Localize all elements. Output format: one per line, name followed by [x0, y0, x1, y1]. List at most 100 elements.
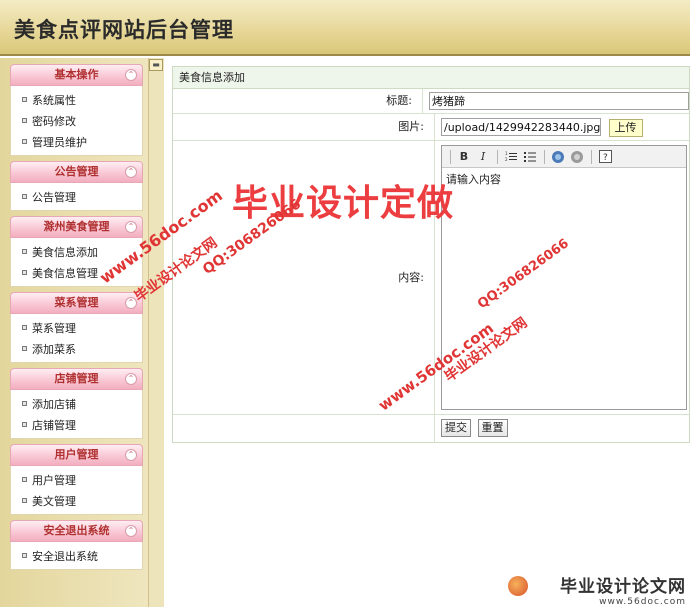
sidebar-section-header[interactable]: 用户管理 ⌃: [10, 444, 143, 466]
sidebar-item[interactable]: 添加菜系: [11, 338, 142, 359]
ordered-list-icon[interactable]: 12: [502, 149, 520, 165]
sidebar-section: 店铺管理 ⌃ 添加店铺 店铺管理: [10, 368, 143, 439]
editor-toolbar: B I 12 ?: [442, 146, 686, 168]
toolbar-separator: [497, 149, 498, 164]
sidebar-item[interactable]: 添加店铺: [11, 393, 142, 414]
upload-button[interactable]: 上传: [608, 118, 643, 137]
sidebar-item-label: 密码修改: [32, 114, 76, 128]
content-label: 内容:: [173, 141, 435, 414]
link-icon[interactable]: [549, 149, 567, 165]
sidebar-section-header[interactable]: 安全退出系统 ⌃: [10, 520, 143, 542]
sidebar-section-header[interactable]: 滁州美食管理 ⌃: [10, 216, 143, 238]
bullet-icon: [22, 346, 27, 351]
bullet-icon: [22, 97, 27, 102]
collapse-chevron-icon[interactable]: ⌃: [125, 297, 137, 309]
title-field-cell: [423, 89, 689, 113]
action-row: 提交 重置: [173, 415, 689, 442]
sidebar-section-header[interactable]: 基本操作 ⌃: [10, 64, 143, 86]
corner-logo-url: www.56doc.com: [599, 597, 686, 607]
sidebar-section-header[interactable]: 公告管理 ⌃: [10, 161, 143, 183]
sidebar-splitter[interactable]: [148, 58, 164, 607]
collapse-sidebar-icon[interactable]: ▬: [149, 59, 163, 71]
sidebar-section-title: 基本操作: [54, 68, 99, 81]
svg-text:?: ?: [603, 153, 608, 163]
collapse-chevron-icon[interactable]: ⌃: [125, 221, 137, 233]
sidebar-item[interactable]: 公告管理: [11, 186, 142, 207]
sidebar-item-label: 添加菜系: [32, 342, 76, 356]
sidebar-section-header[interactable]: 菜系管理 ⌃: [10, 292, 143, 314]
toolbar-separator: [544, 149, 545, 164]
bullet-icon: [22, 270, 27, 275]
collapse-chevron-icon[interactable]: ⌃: [125, 449, 137, 461]
rich-text-editor: B I 12 ? 请输入内容: [441, 145, 687, 410]
sidebar-section-body: 用户管理 美文管理: [10, 466, 143, 515]
app-title: 美食点评网站后台管理: [14, 17, 234, 42]
action-buttons: 提交 重置: [435, 415, 689, 442]
sidebar-item[interactable]: 用户管理: [11, 469, 142, 490]
sidebar-section: 基本操作 ⌃ 系统属性密码修改管理员维护: [10, 64, 143, 156]
action-label-cell: [173, 415, 435, 442]
sidebar-item-label: 美食信息管理: [32, 266, 98, 280]
sidebar-item[interactable]: 管理员维护: [11, 131, 142, 152]
unlink-icon[interactable]: [568, 149, 586, 165]
bold-icon[interactable]: B: [455, 149, 473, 165]
bullet-icon: [22, 401, 27, 406]
svg-text:2: 2: [505, 157, 508, 162]
sidebar-section-body: 添加店铺店铺管理: [10, 390, 143, 439]
collapse-chevron-icon[interactable]: ⌃: [125, 69, 137, 81]
bullet-icon: [22, 194, 27, 199]
image-row: 图片: 上传: [173, 114, 689, 141]
sidebar-section-body: 美食信息添加 美食信息管理: [10, 238, 143, 287]
sidebar-item[interactable]: 美文管理: [11, 490, 142, 511]
reset-button[interactable]: 重置: [477, 419, 508, 437]
collapse-chevron-icon[interactable]: ⌃: [125, 525, 137, 537]
sidebar-item[interactable]: 安全退出系统: [11, 545, 142, 566]
sidebar-section-title: 公告管理: [54, 165, 99, 178]
sidebar-section: 滁州美食管理 ⌃ 美食信息添加 美食信息管理: [10, 216, 143, 287]
sidebar-item[interactable]: 美食信息添加: [11, 241, 142, 262]
sidebar-item[interactable]: 密码修改: [11, 110, 142, 131]
help-icon[interactable]: ?: [596, 149, 614, 165]
sidebar-item-label: 公告管理: [32, 190, 76, 204]
sidebar-item-label: 安全退出系统: [32, 549, 98, 563]
panel-title: 美食信息添加: [173, 67, 689, 89]
content-row: 内容: B I 12 ? 请输入内容: [173, 141, 689, 415]
editor-content[interactable]: 请输入内容: [442, 168, 686, 190]
sidebar-item-label: 美食信息添加: [32, 245, 98, 259]
unordered-list-icon[interactable]: [521, 149, 539, 165]
collapse-chevron-icon[interactable]: ⌃: [125, 166, 137, 178]
bullet-icon: [22, 118, 27, 123]
sidebar-section-header[interactable]: 店铺管理 ⌃: [10, 368, 143, 390]
image-path-input[interactable]: [441, 118, 601, 136]
image-label: 图片:: [173, 114, 435, 140]
sidebar-item[interactable]: 店铺管理: [11, 414, 142, 435]
submit-button[interactable]: 提交: [441, 419, 471, 437]
sidebar-section: 安全退出系统 ⌃ 安全退出系统: [10, 520, 143, 570]
svg-text:1: 1: [505, 151, 508, 156]
sidebar-item-label: 美文管理: [32, 494, 76, 508]
toolbar-separator: [450, 149, 451, 164]
sidebar-item[interactable]: 美食信息管理: [11, 262, 142, 283]
sidebar-section-title: 菜系管理: [54, 296, 99, 309]
sidebar-item-label: 管理员维护: [32, 135, 87, 149]
sidebar: 基本操作 ⌃ 系统属性 密码修改 管理员维护 公告管理 ⌃ 公告管理 滁州美食管理 ⌃ 美食信息添加…: [10, 64, 143, 575]
sidebar-section-title: 店铺管理: [54, 372, 99, 385]
collapse-chevron-icon[interactable]: ⌃: [125, 373, 137, 385]
title-input[interactable]: [429, 92, 689, 110]
bullet-icon: [22, 139, 27, 144]
sidebar-item[interactable]: 菜系管理: [11, 317, 142, 338]
bullet-icon: [22, 498, 27, 503]
sidebar-item[interactable]: 系统属性: [11, 89, 142, 110]
bullet-icon: [22, 325, 27, 330]
logo-mark-icon: [508, 576, 528, 596]
content-field-cell: B I 12 ? 请输入内容: [435, 141, 689, 414]
sidebar-item-label: 用户管理: [32, 473, 76, 487]
sidebar-section: 公告管理 ⌃ 公告管理: [10, 161, 143, 211]
sidebar-section-title: 用户管理: [54, 448, 99, 461]
image-field-cell: 上传: [435, 114, 689, 140]
sidebar-section-body: 公告管理: [10, 183, 143, 211]
sidebar-item-label: 添加店铺: [32, 397, 76, 411]
header-bar: 美食点评网站后台管理: [0, 0, 690, 56]
sidebar-section-body: 菜系管理添加菜系: [10, 314, 143, 363]
italic-icon[interactable]: I: [474, 149, 492, 165]
